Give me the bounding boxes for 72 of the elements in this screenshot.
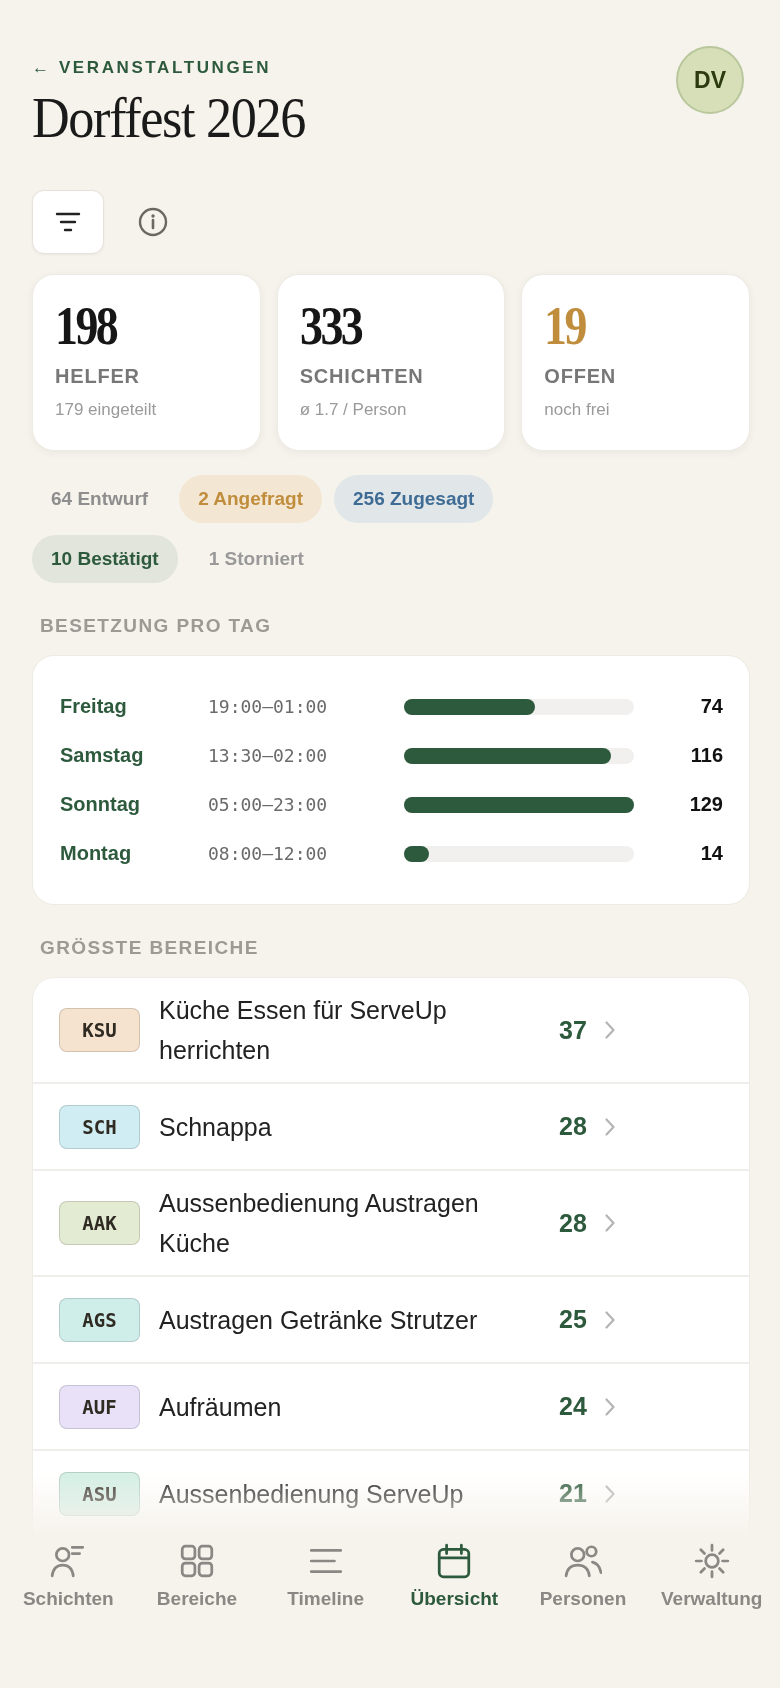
time-range: 08:00–12:00 (208, 843, 329, 864)
area-name: Austragen Getränke Strutzer (159, 1304, 479, 1336)
time-range: 05:00–23:00 (208, 794, 329, 815)
sun-icon (692, 1542, 731, 1580)
area-count: 21 (559, 1479, 587, 1508)
status-filter-chip[interactable]: 1 Storniert (189, 535, 323, 583)
section-heading: GRÖSSTE BEREICHE (40, 937, 259, 958)
area-code-badge: AGS (59, 1297, 140, 1342)
chevron-right-icon (604, 1397, 615, 1416)
time-range: 19:00–01:00 (208, 696, 329, 717)
back-link[interactable]: ← VERANSTALTUNGEN (32, 58, 336, 78)
filter-icon (55, 211, 81, 233)
area-row[interactable]: AUF Aufräumen 24 (33, 1364, 749, 1451)
area-code-badge: ASU (59, 1471, 140, 1516)
stat-value: 333 (299, 295, 361, 357)
area-name: Aufräumen (159, 1391, 283, 1423)
area-row[interactable]: KSU Küche Essen für ServeUp herrichten 37 (33, 978, 749, 1084)
time-range: 13:30–02:00 (208, 745, 329, 766)
nav-tab[interactable]: Bereiche (132, 1542, 262, 1610)
chevron-right-icon (604, 1310, 615, 1329)
nav-tab[interactable]: Schichten (4, 1542, 133, 1610)
area-code-badge: AUF (59, 1384, 140, 1429)
staff-count: 129 (688, 793, 723, 816)
filter-button[interactable] (32, 190, 104, 254)
chevron-right-icon (604, 1021, 615, 1039)
stat-value: 19 (544, 295, 586, 357)
info-icon[interactable] (138, 207, 168, 237)
area-name: Schnappa (159, 1111, 273, 1143)
area-count: 24 (559, 1392, 587, 1421)
area-count: 28 (559, 1208, 587, 1238)
status-filter-chip[interactable]: 10 Bestätigt (32, 535, 178, 583)
staff-count: 116 (689, 744, 723, 767)
staff-count: 14 (699, 842, 723, 865)
nav-tab[interactable]: Personen (518, 1542, 648, 1610)
page-title: Dorffest 2026 (32, 86, 305, 150)
area-row[interactable]: AAK Aussenbedienung Austragen Küche 28 (33, 1171, 749, 1277)
area-code-badge: KSU (59, 1008, 140, 1052)
grid-icon (178, 1542, 216, 1580)
area-row[interactable]: SCH Schnappa 28 (33, 1084, 749, 1171)
staff-count: 74 (699, 695, 723, 718)
area-name: Aussenbedienung ServeUp (159, 1478, 465, 1510)
user-avatar[interactable]: DV (676, 46, 744, 114)
area-count: 28 (559, 1112, 587, 1141)
day-name: Samstag (60, 744, 145, 767)
status-filter-chip[interactable]: 64 Entwurf (32, 475, 168, 523)
stat-subtitle: ø 1.7 / Person (299, 400, 407, 420)
stat-value: 198 (55, 295, 117, 357)
section-heading: BESETZUNG PRO TAG (40, 615, 272, 636)
area-row[interactable]: AGS Austragen Getränke Strutzer 25 (33, 1277, 749, 1364)
nav-tab[interactable]: Timeline (261, 1542, 390, 1610)
area-name: Aussenbedienung Austragen Küche (159, 1188, 480, 1259)
stat-subtitle: noch frei (544, 400, 610, 420)
stat-label: OFFEN (544, 365, 617, 388)
stat-subtitle: 179 eingeteilt (55, 400, 157, 420)
area-row[interactable]: ASU Aussenbedienung ServeUp 21 (33, 1451, 749, 1538)
area-count: 37 (559, 1015, 587, 1045)
stat-label: SCHICHTEN (299, 365, 424, 388)
nav-tab[interactable]: Übersicht (390, 1542, 519, 1610)
day-name: Freitag (60, 695, 128, 718)
area-name: Küche Essen für ServeUp herrichten (159, 995, 448, 1066)
nav-tab[interactable]: Verwaltung (647, 1542, 776, 1610)
area-code-badge: AAK (59, 1201, 140, 1245)
area-count: 25 (559, 1305, 587, 1334)
people-icon (564, 1542, 602, 1580)
area-code-badge: SCH (59, 1104, 140, 1149)
chevron-right-icon (604, 1484, 615, 1503)
day-name: Sonntag (60, 793, 141, 816)
chevron-right-icon (604, 1117, 615, 1136)
chevron-right-icon (604, 1214, 615, 1232)
status-filter-chip[interactable]: 256 Zugesagt (334, 475, 494, 523)
stat-label: HELFER (55, 365, 140, 388)
day-name: Montag (60, 842, 133, 865)
